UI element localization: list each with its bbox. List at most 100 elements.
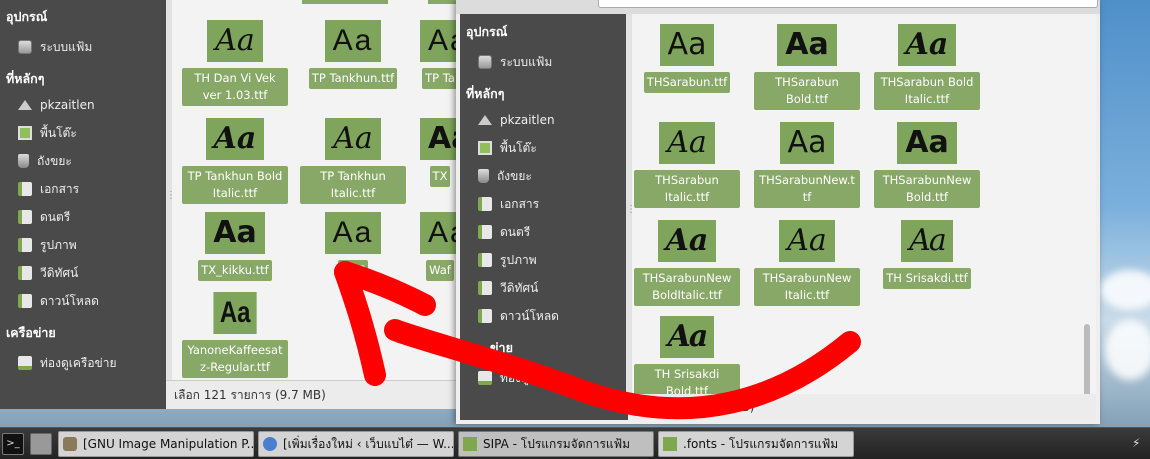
sidebar-item-home[interactable]: pkzaitlen <box>460 106 628 134</box>
sidebar-item-downloads[interactable]: ดาวน์โหลด <box>0 287 166 315</box>
file-icon-grid: Aa THSarabun.ttf Aa THSarabun Bold.ttf A… <box>632 14 1096 394</box>
gimp-icon <box>63 437 77 451</box>
home-icon <box>478 115 492 125</box>
file-item[interactable]: Aa Waf <box>420 212 460 281</box>
file-item[interactable]: Aa THSarabunNew.ttf <box>752 122 862 208</box>
drive-icon <box>18 40 32 54</box>
sidebar-item-label: พื้นโต๊ะ <box>500 140 537 155</box>
file-item[interactable]: Aa TP Tankhun.ttf <box>298 20 408 89</box>
sidebar-heading-places: ที่หลักๆ <box>6 71 45 86</box>
file-name: THSarabunNew Bold.ttf <box>874 170 980 208</box>
sidebar-item-label: วีดิทัศน์ <box>500 280 539 295</box>
font-preview-thumbnail: Aa <box>897 122 957 164</box>
file-name: TH Dan Vi Vek ver 1.03.ttf <box>182 68 288 106</box>
sidebar-heading-network: เครือข่าย <box>6 325 56 340</box>
file-item[interactable]: Aa THSarabun Bold.ttf <box>752 24 862 110</box>
sidebar-item-label: วีดิทัศน์ <box>40 265 79 280</box>
file-item[interactable]: Aa TP Tankhun Bold Italic.ttf <box>180 118 290 204</box>
sidebar-item-filesystem[interactable]: ระบบแฟ้ม <box>0 33 166 61</box>
file-item[interactable]: Aa TH Srisakdi.ttf <box>872 220 982 289</box>
desktop-icon <box>18 126 32 140</box>
folder-icon <box>663 437 677 451</box>
sidebar-item-browse-network[interactable]: ท่องดูเครือข่าย <box>0 349 166 377</box>
taskbar-button-label: SIPA - โปรแกรมจัดการแฟ้ม <box>483 436 631 451</box>
file-item[interactable]: Aa THSarabunNew Italic.ttf <box>752 220 862 306</box>
sidebar-item-label: ท่องดู <box>500 370 529 385</box>
font-preview-thumbnail: Aa <box>420 118 460 160</box>
sidebar-item-desktop[interactable]: พื้นโต๊ะ <box>460 134 628 162</box>
sidebar-item-home[interactable]: pkzaitlen <box>0 91 166 119</box>
terminal-icon[interactable]: >_ <box>2 433 24 455</box>
file-item[interactable]: Aa WaF <box>298 212 408 281</box>
taskbar-button-gimp[interactable]: [GNU Image Manipulation P... <box>58 431 254 457</box>
file-item[interactable]: Aa YanoneKaffeesatz-Regular.ttf <box>180 292 290 378</box>
sidebar: อุปกรณ์ ระบบแฟ้ม ที่หลักๆ pkzaitlen พื้น… <box>460 14 628 420</box>
location-bar[interactable] <box>598 0 1098 8</box>
sidebar-item-label: เอกสาร <box>500 196 540 211</box>
sidebar-item-pictures[interactable]: รูปภาพ <box>0 231 166 259</box>
file-item[interactable]: Aa TX <box>420 118 460 187</box>
font-preview-thumbnail: Aa <box>324 20 382 62</box>
sidebar-item-videos[interactable]: วีดิทัศน์ <box>460 274 628 302</box>
sidebar-item-trash[interactable]: ถังขยะ <box>460 162 628 190</box>
network-icon <box>478 371 492 385</box>
file-name: TP Tankhun Bold Italic.ttf <box>182 166 288 204</box>
file-item[interactable]: Aa THSarabunNew BoldItalic.ttf <box>632 220 742 306</box>
file-item[interactable]: Aa THSarabun Bold Italic.ttf <box>872 24 982 110</box>
file-item[interactable]: Aa THSarabun.ttf <box>632 24 742 93</box>
folder-icon <box>18 210 32 224</box>
file-name: YanoneKaffeesatz-Regular.ttf <box>182 340 288 378</box>
file-name: THSarabun Italic.ttf <box>634 170 740 208</box>
network-icon <box>18 356 32 370</box>
sidebar-item-downloads[interactable]: ดาวน์โหลด <box>460 302 628 330</box>
sidebar-heading-places: ที่หลักๆ <box>466 86 505 101</box>
sidebar-item-label: ถังขยะ <box>497 168 532 183</box>
file-name: TX <box>429 166 451 187</box>
sidebar-heading-network: ข่าย <box>490 340 513 355</box>
network-tray-icon[interactable]: ⚡ <box>1132 436 1146 450</box>
files-icon[interactable] <box>30 433 52 455</box>
file-name: THSarabunNew BoldItalic.ttf <box>634 268 740 306</box>
sidebar-item-trash[interactable]: ถังขยะ <box>0 147 166 175</box>
file-item[interactable]: Aa TP Ta <box>420 20 460 89</box>
folder-icon <box>478 281 492 295</box>
folder-icon <box>478 309 492 323</box>
file-item[interactable]: Aa THSarabunNew Bold.ttf <box>872 122 982 208</box>
taskbar-button-label: [GNU Image Manipulation P... <box>83 437 254 451</box>
taskbar-button-sipa[interactable]: SIPA - โปรแกรมจัดการแฟ้ม <box>458 431 654 457</box>
font-preview-thumbnail: Aa <box>659 122 715 164</box>
wallpaper-cloud <box>1100 270 1150 310</box>
taskbar-button-fonts[interactable]: .fonts - โปรแกรมจัดการแฟ้ม <box>658 431 854 457</box>
sidebar-item-music[interactable]: ดนตรี <box>460 218 628 246</box>
file-name: WaF <box>337 260 369 281</box>
vertical-scrollbar[interactable] <box>1084 324 1090 394</box>
font-preview-thumbnail: Aa <box>779 220 835 262</box>
sidebar-item-pictures[interactable]: รูปภาพ <box>460 246 628 274</box>
sidebar-item-desktop[interactable]: พื้นโต๊ะ <box>0 119 166 147</box>
file-name: THSarabun Bold.ttf <box>754 72 860 110</box>
sidebar-item-label: pkzaitlen <box>40 98 95 112</box>
sidebar-item-browse-network[interactable]: ท่องดู <box>460 364 628 392</box>
file-name: TP Tankhun Italic.ttf <box>300 166 406 204</box>
file-item[interactable]: Aa TH Dan Vi Vek ver 1.03.ttf <box>180 20 290 106</box>
taskbar-button-browser[interactable]: [เพิ่มเรื่องใหม่ ‹ เว็บแบไต๋ — W... <box>258 431 454 457</box>
trash-icon <box>478 169 489 183</box>
file-item[interactable]: Aa TX_kikku.ttf <box>180 212 290 281</box>
file-label-partial <box>302 0 388 4</box>
trash-icon <box>18 154 29 168</box>
sidebar-item-label: ดาวน์โหลด <box>40 293 99 308</box>
sidebar-item-documents[interactable]: เอกสาร <box>0 175 166 203</box>
folder-icon <box>18 294 32 308</box>
file-name: Waf <box>426 260 454 281</box>
file-item[interactable]: Aa TP Tankhun Italic.ttf <box>298 118 408 204</box>
file-item[interactable]: Aa THSarabun Italic.ttf <box>632 122 742 208</box>
sidebar-item-documents[interactable]: เอกสาร <box>460 190 628 218</box>
file-item[interactable]: Aa TH Srisakdi Bold.ttf <box>632 316 742 394</box>
sidebar-item-videos[interactable]: วีดิทัศน์ <box>0 259 166 287</box>
home-icon <box>18 100 32 110</box>
sidebar-item-filesystem[interactable]: ระบบแฟ้ม <box>460 48 628 76</box>
font-preview-thumbnail: Aa <box>897 24 957 66</box>
sidebar: อุปกรณ์ ระบบแฟ้ม ที่หลักๆ pkzaitlen พื้น… <box>0 0 166 409</box>
sidebar-item-music[interactable]: ดนตรี <box>0 203 166 231</box>
sidebar-heading-devices: อุปกรณ์ <box>6 9 48 24</box>
